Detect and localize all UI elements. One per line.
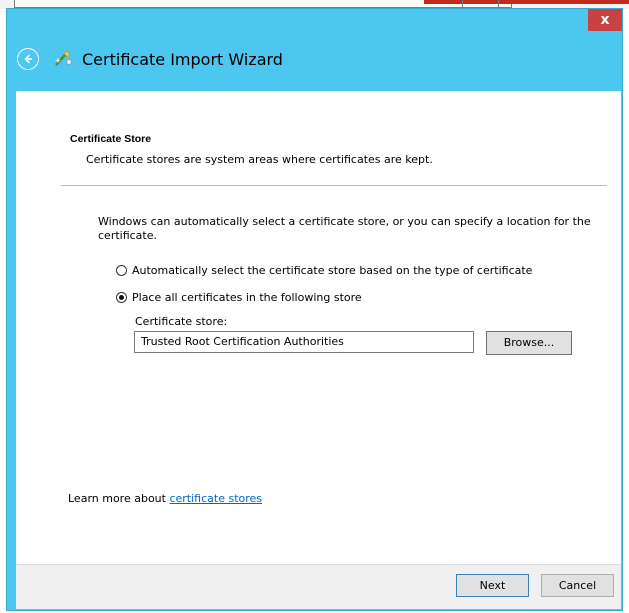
certificate-store-field[interactable]: Trusted Root Certification Authorities — [134, 331, 474, 353]
background-window-close-area — [424, 0, 629, 4]
browse-button[interactable]: Browse... — [486, 331, 572, 355]
option-label: Automatically select the certificate sto… — [132, 264, 533, 277]
auto-select-option[interactable]: Automatically select the certificate sto… — [116, 264, 532, 277]
section-description: Certificate stores are system areas wher… — [86, 153, 433, 166]
intro-text: Windows can automatically select a certi… — [98, 215, 591, 242]
cancel-button[interactable]: Cancel — [541, 574, 614, 597]
next-button[interactable]: Next — [456, 574, 529, 597]
learn-more-text: Learn more about certificate stores — [68, 492, 262, 505]
radio-button[interactable] — [116, 265, 127, 276]
window-title: Certificate Import Wizard — [82, 49, 283, 69]
close-icon: x — [600, 12, 610, 28]
close-button[interactable]: x — [588, 9, 622, 31]
back-arrow-icon — [24, 54, 32, 64]
back-button[interactable] — [17, 48, 39, 70]
learn-more-prefix: Learn more about — [68, 492, 170, 505]
background-window-divider — [498, 0, 499, 8]
certificate-store-label: Certificate store: — [135, 315, 228, 328]
wizard-content: Certificate Store Certificate stores are… — [16, 91, 621, 609]
certificate-wizard-icon — [55, 50, 72, 66]
option-label: Place all certificates in the following … — [132, 291, 362, 304]
background-window-divider — [462, 0, 463, 8]
radio-button[interactable] — [116, 292, 127, 303]
wizard-footer: Next Cancel — [16, 564, 621, 609]
certificate-stores-link[interactable]: certificate stores — [169, 492, 262, 505]
section-title: Certificate Store — [70, 133, 152, 145]
header-divider — [61, 185, 607, 186]
wizard-header: Certificate Import Wizard — [17, 44, 283, 74]
certificate-import-wizard-window: x Certificate Import Wizard Certificate … — [6, 8, 623, 611]
place-in-store-option[interactable]: Place all certificates in the following … — [116, 291, 362, 304]
